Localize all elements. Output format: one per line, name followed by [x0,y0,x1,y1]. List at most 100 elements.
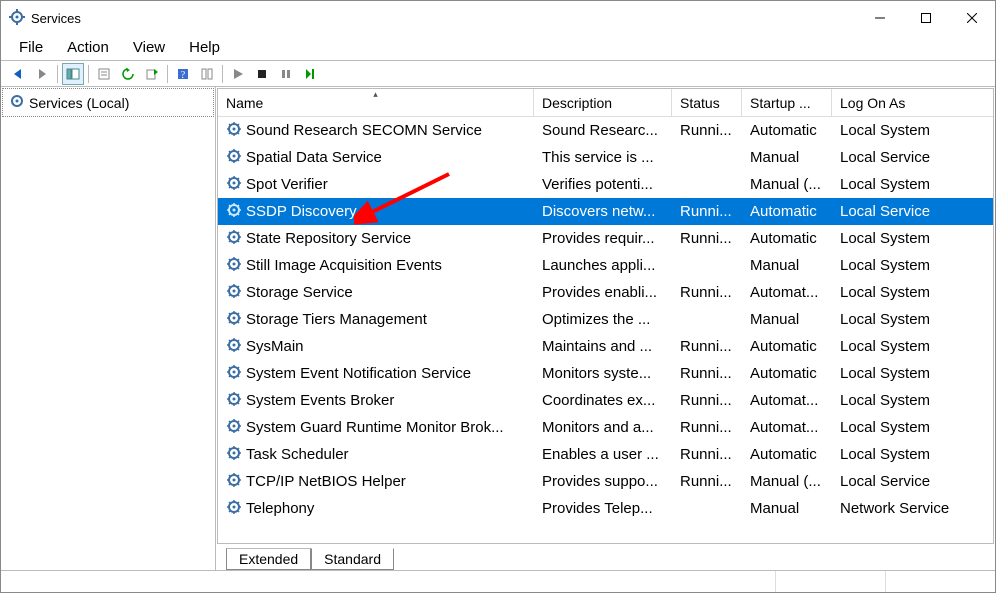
service-description: Coordinates ex... [534,392,672,409]
svg-text:?: ? [181,70,186,81]
toolbar-separator [167,65,168,83]
gear-icon [9,93,25,112]
service-status: Runni... [672,338,742,355]
gear-icon [226,337,242,357]
service-startup: Manual [742,500,832,517]
service-description: Verifies potenti... [534,176,672,193]
service-startup: Manual [742,257,832,274]
service-row[interactable]: Spatial Data Service This service is ... M… [218,144,993,171]
service-startup: Automatic [742,446,832,463]
service-status: Runni... [672,365,742,382]
service-row[interactable]: TelephonyProvides Telep...ManualNetwork … [218,495,993,522]
toolbar-separator [57,65,58,83]
navigation-pane: Services (Local) [1,87,216,570]
service-row[interactable]: State Repository ServiceProvides requir.… [218,225,993,252]
service-startup: Manual [742,149,832,166]
service-logon: Local System [832,419,993,436]
service-status: Runni... [672,446,742,463]
service-description: This service is ... [534,149,672,166]
service-logon: Local Service [832,473,993,490]
service-row[interactable]: TCP/IP NetBIOS HelperProvides suppo...Ru… [218,468,993,495]
service-logon: Local System [832,365,993,382]
service-status: Runni... [672,230,742,247]
service-row[interactable]: Still Image Acquisition EventsLaunches a… [218,252,993,279]
export-button[interactable] [141,63,163,85]
service-logon: Local System [832,257,993,274]
service-name: Spot Verifier [246,176,328,193]
tab-standard[interactable]: Standard [311,548,394,570]
service-row[interactable]: SSDP DiscoveryDiscovers netw...Runni...A… [218,198,993,225]
pause-service-button[interactable] [275,63,297,85]
service-logon: Local System [832,338,993,355]
nav-forward-button[interactable] [31,63,53,85]
service-logon: Local System [832,230,993,247]
service-row[interactable]: SysMainMaintains and ...Runni...Automati… [218,333,993,360]
service-startup: Manual (... [742,473,832,490]
gear-icon [226,202,242,222]
window-title: Services [31,11,81,26]
service-status: Runni... [672,203,742,220]
properties-button[interactable] [93,63,115,85]
show-hide-tree-button[interactable] [62,63,84,85]
minimize-button[interactable] [857,2,903,34]
service-description: Provides suppo... [534,473,672,490]
gear-icon [226,445,242,465]
service-startup: Automatic [742,338,832,355]
service-name: Storage Tiers Management [246,311,427,328]
service-name: State Repository Service [246,230,411,247]
tab-extended[interactable]: Extended [226,548,311,570]
menu-help[interactable]: Help [177,37,232,58]
service-description: Monitors syste... [534,365,672,382]
toolbar-separator [88,65,89,83]
restart-service-button[interactable] [299,63,321,85]
service-startup: Automatic [742,203,832,220]
service-name: SSDP Discovery [246,203,357,220]
list-header: Name▴ Description Status Startup ... Log… [218,89,993,117]
menu-file[interactable]: File [7,37,55,58]
service-startup: Automat... [742,284,832,301]
service-row[interactable]: Storage ServiceProvides enabli...Runni..… [218,279,993,306]
menubar: File Action View Help [1,35,995,61]
menu-action[interactable]: Action [55,37,121,58]
service-name: System Guard Runtime Monitor Brok... [246,419,504,436]
service-startup: Automatic [742,365,832,382]
column-header-description[interactable]: Description [534,89,672,116]
service-name: Spatial Data Service [246,149,382,166]
sort-asc-icon: ▴ [373,89,378,100]
service-row[interactable]: System Event Notification ServiceMonitor… [218,360,993,387]
services-list: Name▴ Description Status Startup ... Log… [217,88,994,544]
help-button[interactable]: ? [172,63,194,85]
nav-back-button[interactable] [7,63,29,85]
service-row[interactable]: Storage Tiers ManagementOptimizes the ..… [218,306,993,333]
start-service-button[interactable] [227,63,249,85]
service-logon: Local System [832,122,993,139]
service-startup: Manual (... [742,176,832,193]
column-header-logon[interactable]: Log On As [832,89,993,116]
column-header-status[interactable]: Status [672,89,742,116]
toolbar: ? [1,61,995,87]
close-button[interactable] [949,2,995,34]
maximize-button[interactable] [903,2,949,34]
service-row[interactable]: Task SchedulerEnables a user ...Runni...… [218,441,993,468]
service-row[interactable]: Spot Verifier Verifies potenti... Manual (… [218,171,993,198]
column-header-startup[interactable]: Startup ... [742,89,832,116]
service-name: Sound Research SECOMN Service [246,122,482,139]
service-logon: Local System [832,392,993,409]
service-status: Runni... [672,392,742,409]
column-header-name[interactable]: Name▴ [218,89,534,116]
service-description: Monitors and a... [534,419,672,436]
service-row[interactable]: System Events BrokerCoordinates ex...Run… [218,387,993,414]
refresh-button[interactable] [117,63,139,85]
detail-tabs: Extended Standard [216,544,995,570]
service-name: Task Scheduler [246,446,349,463]
gear-icon [226,121,242,141]
gear-icon [226,148,242,168]
service-row[interactable]: System Guard Runtime Monitor Brok... Moni… [218,414,993,441]
columns-button[interactable] [196,63,218,85]
menu-view[interactable]: View [121,37,177,58]
service-name: SysMain [246,338,304,355]
service-row[interactable]: Sound Research SECOMN ServiceSound Resea… [218,117,993,144]
toolbar-separator [222,65,223,83]
nav-services-local[interactable]: Services (Local) [2,88,214,117]
stop-service-button[interactable] [251,63,273,85]
